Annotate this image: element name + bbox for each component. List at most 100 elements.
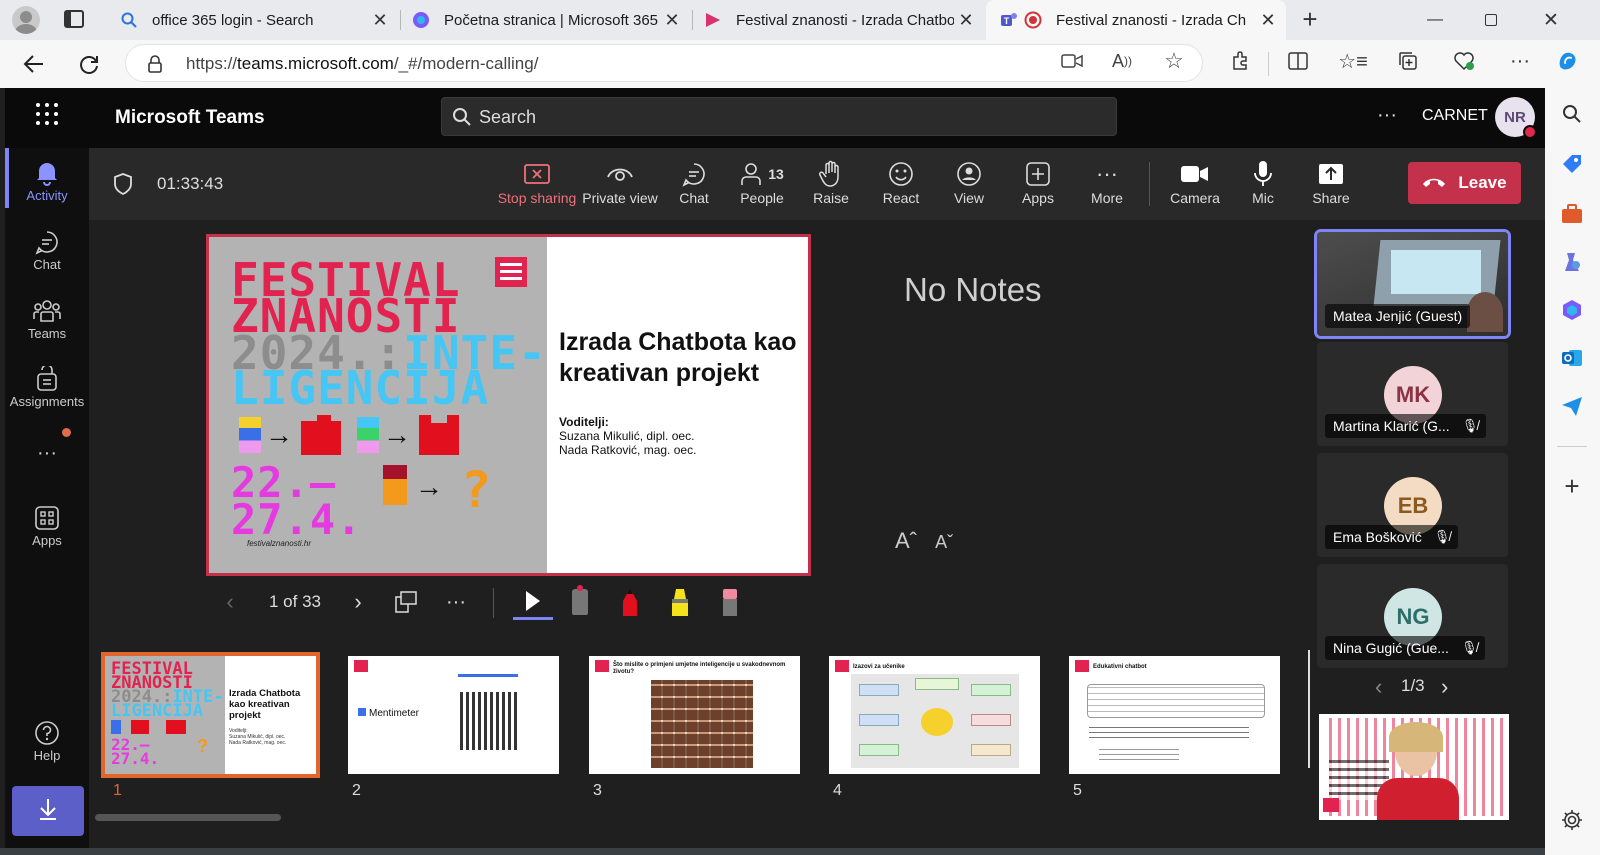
- search-input[interactable]: Search: [441, 97, 1117, 136]
- new-tab-button[interactable]: +: [1294, 4, 1326, 36]
- pen-tool-icon[interactable]: [613, 584, 647, 620]
- camera-button[interactable]: Camera: [1167, 158, 1223, 214]
- games-icon[interactable]: [1558, 248, 1586, 276]
- close-icon[interactable]: ✕: [368, 10, 392, 31]
- react-button[interactable]: React: [875, 158, 927, 214]
- slide-thumbnail-4[interactable]: Izazovi za učenike: [829, 656, 1040, 774]
- more-button[interactable]: ··· More: [1081, 158, 1133, 214]
- close-window-icon[interactable]: ✕: [1528, 0, 1574, 40]
- apps-button[interactable]: Apps: [1012, 158, 1064, 214]
- raise-hand-button[interactable]: Raise: [805, 158, 857, 214]
- read-aloud-icon[interactable]: A)): [1110, 49, 1134, 73]
- settings-gear-icon[interactable]: [1558, 806, 1586, 834]
- previous-slide-icon[interactable]: ‹: [213, 584, 247, 620]
- refresh-icon[interactable]: [69, 44, 109, 84]
- laser-pointer-icon[interactable]: [563, 584, 597, 620]
- chat-button[interactable]: Chat: [669, 158, 719, 214]
- send-icon[interactable]: [1558, 392, 1586, 420]
- shopping-tag-icon[interactable]: [1558, 150, 1586, 178]
- people-button[interactable]: 13 People: [733, 158, 791, 214]
- video-icon[interactable]: [1060, 49, 1084, 73]
- thumb-heading: Edukativni chatbot: [1093, 664, 1147, 670]
- highlighter-icon[interactable]: [663, 584, 697, 620]
- tab-teams-active[interactable]: T Festival znanosti - Izrada Ch ✕: [986, 0, 1286, 40]
- rail-item-apps[interactable]: Apps: [5, 497, 89, 561]
- more-options-icon[interactable]: ···: [439, 584, 473, 620]
- rail-item-activity[interactable]: Activity: [5, 152, 89, 216]
- app-launcher-icon[interactable]: [35, 102, 59, 126]
- slide-thumbnail-3[interactable]: Što mislite o primjeni umjetne inteligen…: [589, 656, 800, 774]
- stop-sharing-button[interactable]: Stop sharing: [497, 158, 577, 214]
- chat-icon: [681, 158, 707, 190]
- font-decrease-button[interactable]: Aˇ: [935, 532, 953, 552]
- pointer-tool-icon[interactable]: [513, 584, 553, 620]
- shield-icon[interactable]: [113, 172, 133, 196]
- rail-item-chat[interactable]: Chat: [5, 221, 89, 285]
- thumb-heading: Izazovi za učenike: [853, 664, 905, 670]
- tab-stream[interactable]: Festival znanosti - Izrada Chatbota ✕: [696, 0, 982, 40]
- minimize-icon[interactable]: —: [1412, 0, 1458, 40]
- settings-more-icon[interactable]: ···: [1508, 49, 1532, 73]
- slide-grid-icon[interactable]: [389, 584, 423, 620]
- slide-thumbnail-1[interactable]: FESTIVAL ZNANOSTI 2024.:INTE- LIGENCIJA 22…: [101, 652, 320, 778]
- avatar[interactable]: NR: [1495, 97, 1537, 139]
- split-screen-icon[interactable]: [1286, 49, 1310, 73]
- view-button[interactable]: View: [943, 158, 995, 214]
- rail-item-help[interactable]: Help: [5, 712, 89, 776]
- favorite-star-icon[interactable]: ☆: [1162, 48, 1186, 73]
- tiles-next-icon[interactable]: ›: [1441, 674, 1448, 700]
- ligencija-text: LIGENCIJA: [231, 361, 490, 415]
- svg-text:T: T: [1004, 16, 1010, 26]
- private-view-button[interactable]: Private view: [581, 158, 659, 214]
- copilot-m365-icon[interactable]: [1558, 296, 1586, 324]
- close-icon[interactable]: ✕: [954, 10, 978, 31]
- eraser-icon[interactable]: [713, 584, 747, 620]
- next-slide-icon[interactable]: ›: [341, 584, 375, 620]
- favorites-icon[interactable]: ☆≡: [1338, 49, 1368, 73]
- copilot-icon[interactable]: [1556, 49, 1580, 73]
- tiles-prev-icon[interactable]: ‹: [1375, 674, 1382, 700]
- rail-item-teams[interactable]: Teams: [5, 290, 89, 354]
- rail-item-more[interactable]: ···: [5, 428, 89, 492]
- participant-tile[interactable]: EB Ema Bošković 🎙︎̸: [1317, 453, 1508, 557]
- mic-button[interactable]: Mic: [1241, 158, 1285, 214]
- thumb-heading: Što mislite o primjeni umjetne inteligen…: [613, 662, 786, 675]
- teams-header: Microsoft Teams Search ··· CARNET NR: [5, 88, 1545, 148]
- horizontal-scrollbar[interactable]: [95, 814, 281, 821]
- add-icon[interactable]: +: [1558, 471, 1586, 501]
- tab-actions-icon[interactable]: [64, 10, 84, 28]
- url-field[interactable]: https://teams.microsoft.com/_#/modern-ca…: [125, 44, 1203, 82]
- participant-tile[interactable]: NG Nina Gugić (Gue... 🎙︎̸: [1317, 564, 1508, 668]
- collections-icon[interactable]: [1396, 49, 1420, 73]
- tools-icon[interactable]: [1558, 200, 1586, 228]
- search-icon[interactable]: [1558, 100, 1586, 128]
- thumbnail-number: 2: [352, 782, 361, 799]
- close-icon[interactable]: ✕: [1256, 10, 1280, 31]
- participant-name: Martina Klarić (G... 🎙︎̸: [1325, 414, 1487, 438]
- download-app-button[interactable]: [12, 786, 84, 836]
- teams-icon: T: [1000, 11, 1018, 29]
- slide-thumbnail-2[interactable]: Mentimeter: [348, 656, 559, 774]
- back-icon[interactable]: [14, 44, 54, 84]
- leave-button[interactable]: Leave: [1408, 162, 1521, 204]
- restore-icon[interactable]: [1468, 0, 1514, 40]
- share-button[interactable]: Share: [1307, 158, 1355, 214]
- sidebar-divider: [1557, 446, 1587, 447]
- tab-m365[interactable]: Početna stranica | Microsoft 365 ✕: [404, 0, 688, 40]
- participant-tile[interactable]: MK Martina Klarić (G... 🎙︎̸: [1317, 342, 1508, 446]
- close-icon[interactable]: ✕: [660, 10, 684, 31]
- font-increase-button[interactable]: Aˆ: [895, 528, 917, 553]
- lock-icon[interactable]: [148, 55, 162, 73]
- extensions-icon[interactable]: [1228, 49, 1252, 73]
- slide-thumbnail-5[interactable]: Edukativni chatbot: [1069, 656, 1280, 774]
- profile-avatar[interactable]: [12, 6, 40, 34]
- rail-item-assignments[interactable]: Assignments: [5, 358, 89, 422]
- more-options-icon[interactable]: ···: [1377, 104, 1397, 127]
- self-video[interactable]: [1319, 714, 1509, 820]
- teams-people-icon: [33, 296, 61, 326]
- tab-search[interactable]: office 365 login - Search ✕: [112, 0, 396, 40]
- participant-tile[interactable]: Matea Jenjić (Guest): [1314, 229, 1511, 339]
- outlook-icon[interactable]: [1558, 344, 1586, 372]
- url-text: https://teams.microsoft.com/_#/modern-ca…: [186, 54, 539, 73]
- browser-essentials-icon[interactable]: [1452, 49, 1476, 73]
